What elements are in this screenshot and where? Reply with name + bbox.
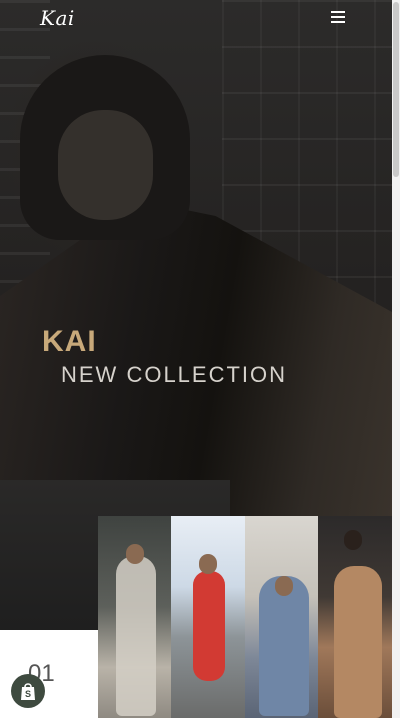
site-logo[interactable]: Kai <box>40 6 75 30</box>
collection-photo-1[interactable] <box>98 516 171 718</box>
scrollbar-thumb[interactable] <box>393 2 399 177</box>
hero-brand-title: KAI <box>42 325 97 358</box>
collection-photo-3[interactable] <box>245 516 318 718</box>
svg-text:S: S <box>25 689 31 699</box>
collection-photo-2[interactable] <box>171 516 245 718</box>
shopify-bag-icon[interactable]: S <box>11 674 45 708</box>
collection-photo-strip[interactable] <box>98 516 392 718</box>
hamburger-menu-button[interactable] <box>331 11 345 23</box>
slide-counter-card: 01 <box>0 630 98 718</box>
hamburger-icon <box>331 11 345 13</box>
collection-photo-4[interactable] <box>318 516 392 718</box>
hero-subtitle: NEW COLLECTION <box>61 362 288 387</box>
top-bar: Kai <box>0 0 392 36</box>
model-face <box>58 110 153 220</box>
